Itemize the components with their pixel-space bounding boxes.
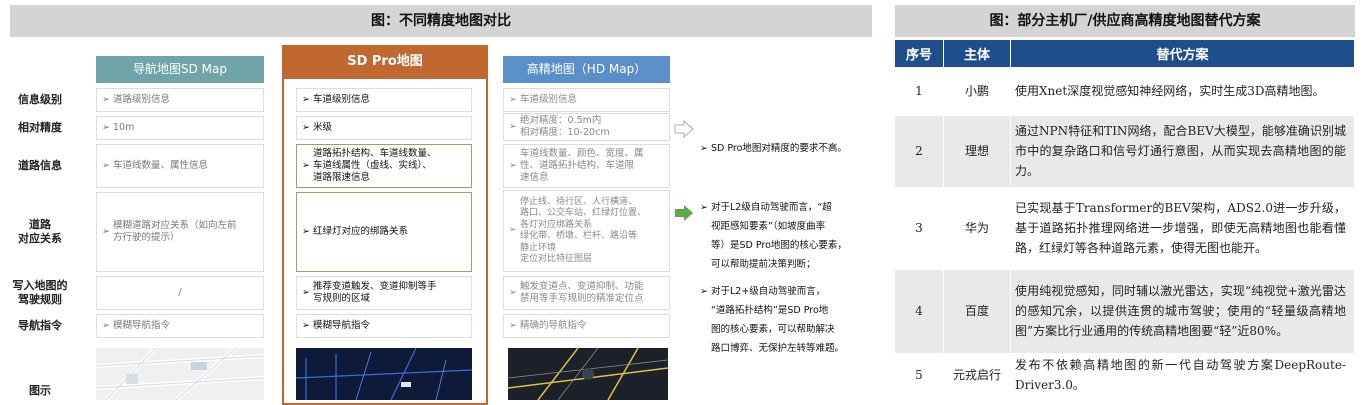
pro-cell-nav-instruction: ➢ 模糊导航指令	[296, 314, 472, 338]
hollow-arrow-icon	[674, 119, 694, 139]
sd-pro-map-illustration	[295, 347, 473, 401]
bullet-arrow-icon: ➢	[302, 160, 310, 171]
bullet-arrow-icon: ➢	[102, 94, 110, 105]
header-plan: 替代方案	[1010, 40, 1355, 67]
row-label-road-relation: 道路 对应关系	[18, 218, 62, 245]
table-row: 5 元戎启行 发布不依赖高精地图的新一代自动驾驶方案DeepRoute-Driv…	[895, 353, 1355, 398]
row-subject: 小鹏	[943, 67, 1011, 116]
row-label-road-info: 道路信息	[18, 159, 62, 172]
row-label-accuracy: 相对精度	[18, 121, 62, 134]
row-plan: 使用纯视觉感知，同时辅以激光雷达，实现“纯视觉+激光雷达的感知冗余，以提供连贯的…	[1010, 269, 1355, 354]
left-figure-title: 图：不同精度地图对比	[10, 5, 872, 37]
sd-cell-nav-instruction: ➢ 模糊导航指令	[96, 314, 264, 338]
hd-cell-road-info: ➢ 车道线数量、颜色、宽度、属 性、道路拓扑结构、车道限 速信息	[503, 144, 670, 188]
bullet-arrow-icon: ➢	[302, 94, 310, 105]
note-l2-plus: ➢ 对于L2+级自动驾驶而言， “道路拓扑结构”是SD Pro地 图的核心要素，…	[700, 282, 872, 358]
row-subject: 元戎启行	[943, 353, 1011, 398]
pro-cell-road-relation: ➢ 红绿灯对应的绑路关系	[296, 192, 472, 272]
row-label-driving-rules: 写入地图的 驾驶规则	[12, 279, 68, 306]
table-row: 4 百度 使用纯视觉感知，同时辅以激光雷达，实现“纯视觉+激光雷达的感知冗余，以…	[895, 269, 1355, 354]
row-subject: 理想	[943, 115, 1011, 188]
pro-cell-road-info: ➢ 道路拓扑结构、车道线数量、 车道线属性（虚线、实线）、 道路限速信息	[296, 144, 472, 188]
bullet-arrow-icon: ➢	[509, 287, 517, 298]
row-subject: 华为	[943, 187, 1011, 270]
bullet-arrow-icon: ➢	[509, 121, 517, 132]
row-number: 5	[895, 353, 944, 398]
table-row: 3 华为 已实现基于Transformer的BEV架构，ADS2.0进一步升级，…	[895, 187, 1355, 270]
bullet-arrow-icon: ➢	[509, 225, 517, 236]
table-row: 1 小鹏 使用Xnet深度视觉感知神经网络，实时生成3D高精地图。	[895, 67, 1355, 116]
green-arrow-icon	[674, 204, 694, 222]
hd-cell-road-relation: ➢ 停止线、待行区、人行横道、 路口、公交车站、红绿灯位置、 各灯对应绑路关系 绿…	[503, 190, 670, 272]
column-header-sd-pro: SD Pro地图	[282, 45, 488, 79]
pro-cell-info-level: ➢ 车道级别信息	[296, 88, 472, 112]
note-accuracy: ➢ SD Pro地图对精度的要求不高。	[700, 143, 847, 154]
bullet-arrow-icon: ➢	[302, 287, 310, 298]
row-plan: 使用Xnet深度视觉感知神经网络，实时生成3D高精地图。	[1010, 67, 1355, 116]
sd-cell-accuracy: ➢ 10m	[96, 116, 264, 140]
bullet-arrow-icon: ➢	[302, 320, 310, 331]
sd-cell-road-relation: ➢ 模糊道路对应关系（如向左前 方行驶的提示）	[96, 192, 264, 272]
row-number: 4	[895, 269, 944, 354]
row-subject: 百度	[943, 269, 1011, 354]
row-label-illustration: 图示	[29, 384, 51, 397]
note-l2: ➢ 对于L2级自动驾驶而言，“超 视距感知要素”（如坡度曲率 等）是SD Pro…	[700, 198, 872, 274]
row-plan: 通过NPN特征和TIN网络，配合BEV大模型，能够准确识别城市中的复杂路口和信号…	[1010, 115, 1355, 188]
bullet-arrow-icon: ➢	[509, 160, 517, 171]
alternatives-table: 序号 主体 替代方案 1 小鹏 使用Xnet深度视觉感知神经网络，实时生成3D高…	[895, 40, 1355, 398]
sd-cell-driving-rules: /	[96, 276, 264, 310]
hd-cell-nav-instruction: ➢ 精确的导航指令	[503, 314, 670, 338]
pro-cell-driving-rules: ➢ 推荐变道触发、变道抑制等手 写规则的区域	[296, 276, 472, 310]
bullet-arrow-icon: ➢	[102, 226, 110, 237]
bullet-arrow-icon: ➢	[102, 122, 110, 133]
hd-cell-driving-rules: ➢ 触发变道点、变道抑制、功能 禁用等手写规则的精准定位点	[503, 276, 670, 310]
row-label-info-level: 信息级别	[18, 93, 62, 106]
sd-cell-road-info: ➢ 车道线数量、属性信息	[96, 144, 264, 188]
bullet-arrow-icon: ➢	[700, 202, 711, 213]
column-header-hd: 高精地图（HD Map）	[503, 56, 670, 83]
hd-map-illustration	[507, 347, 669, 401]
row-number: 2	[895, 115, 944, 188]
hd-cell-info-level: ➢ 车道级别信息	[503, 88, 670, 112]
bullet-arrow-icon: ➢	[700, 286, 711, 297]
sd-cell-info-level: ➢ 道路级别信息	[96, 88, 264, 112]
bullet-arrow-icon: ➢	[700, 143, 711, 154]
table-row: 2 理想 通过NPN特征和TIN网络，配合BEV大模型，能够准确识别城市中的复杂…	[895, 115, 1355, 188]
row-number: 1	[895, 67, 944, 116]
hd-cell-accuracy: ➢ 绝对精度：0.5m内 相对精度：10-20cm	[503, 113, 670, 141]
bullet-arrow-icon: ➢	[102, 320, 110, 331]
row-plan: 已实现基于Transformer的BEV架构，ADS2.0进一步升级，基于道路拓…	[1010, 187, 1355, 270]
header-no: 序号	[895, 40, 944, 67]
pro-cell-accuracy: ➢ 米级	[296, 116, 472, 140]
column-header-sd: 导航地图SD Map	[96, 56, 264, 83]
row-label-nav-instruction: 导航指令	[18, 319, 62, 332]
right-table-title: 图：部分主机厂/供应商高精度地图替代方案	[895, 5, 1355, 37]
row-number: 3	[895, 187, 944, 270]
sd-map-illustration	[95, 346, 265, 402]
bullet-arrow-icon: ➢	[509, 94, 517, 105]
row-plan: 发布不依赖高精地图的新一代自动驾驶方案DeepRoute-Driver3.0。	[1010, 353, 1355, 398]
bullet-arrow-icon: ➢	[102, 160, 110, 171]
header-subject: 主体	[943, 40, 1011, 67]
bullet-arrow-icon: ➢	[509, 320, 517, 331]
bullet-arrow-icon: ➢	[302, 122, 310, 133]
table-header-row: 序号 主体 替代方案	[895, 40, 1355, 67]
bullet-arrow-icon: ➢	[302, 226, 310, 237]
